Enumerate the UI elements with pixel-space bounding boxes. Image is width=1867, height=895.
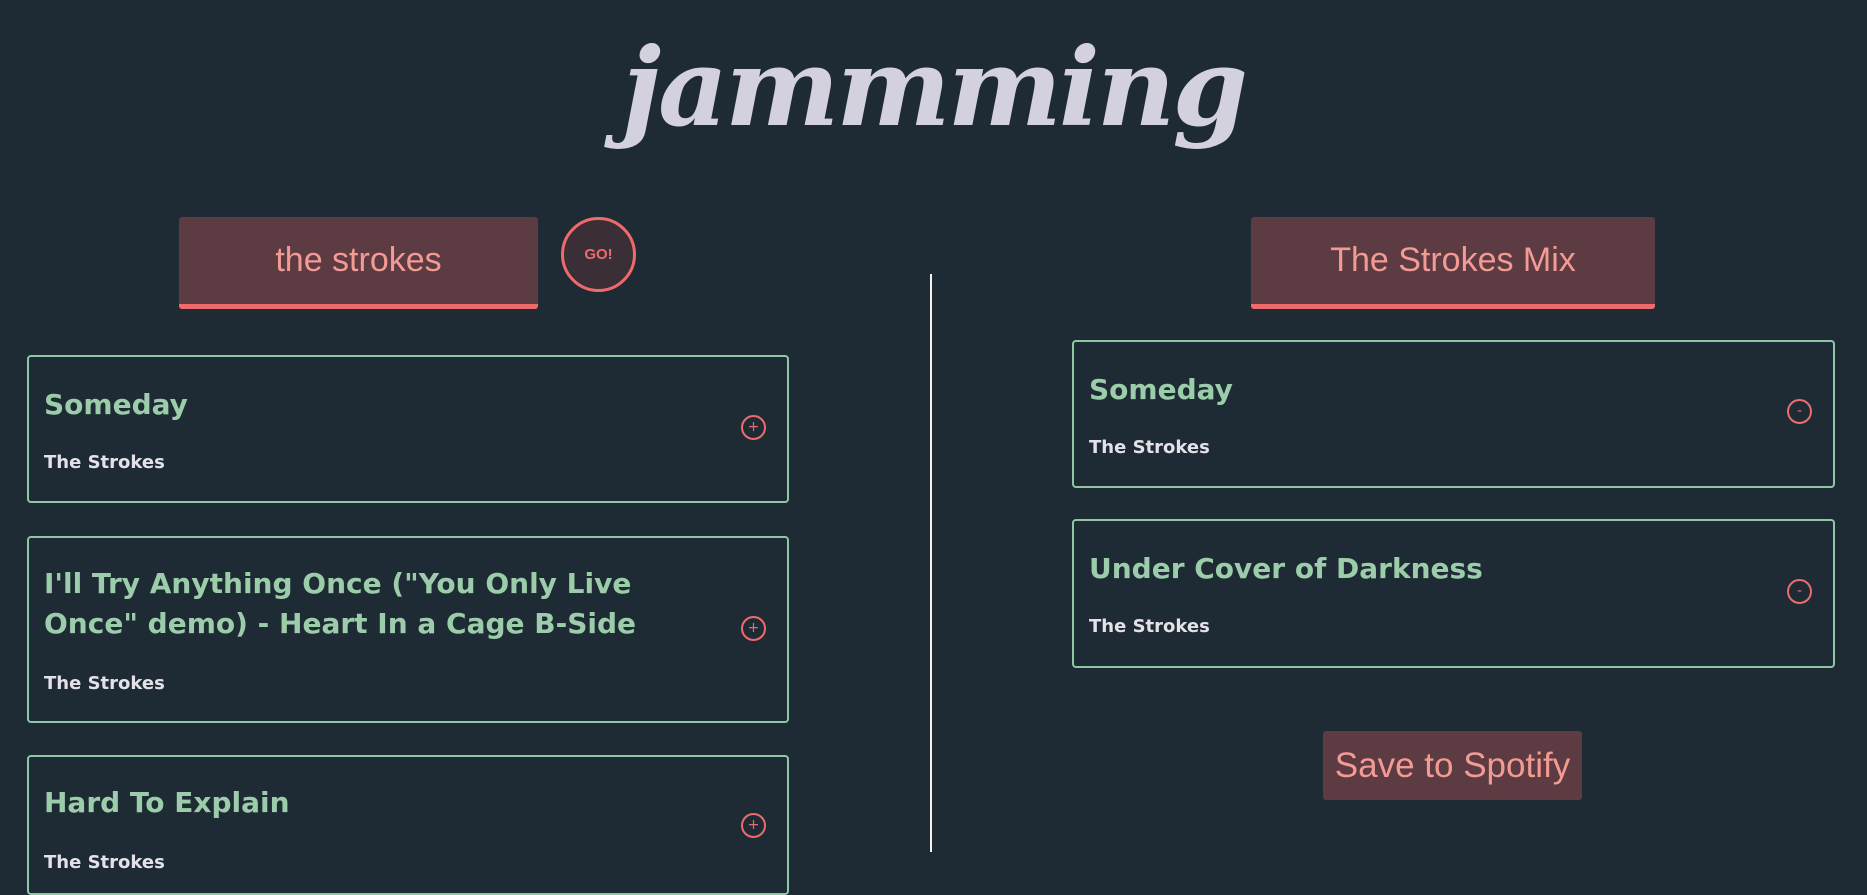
- add-track-icon[interactable]: +: [741, 616, 766, 641]
- result-track-title: I'll Try Anything Once ("You Only Live O…: [44, 567, 637, 640]
- result-track-3: Hard To Explain The Strokes +: [27, 755, 789, 895]
- add-track-icon[interactable]: +: [741, 415, 766, 440]
- playlist-track-title: Someday: [1089, 373, 1233, 406]
- remove-track-icon[interactable]: -: [1787, 579, 1812, 604]
- result-track-artist: The Strokes: [44, 852, 165, 873]
- result-track-artist: The Strokes: [44, 673, 165, 694]
- column-divider: [930, 274, 932, 852]
- playlist-track-2: Under Cover of Darkness The Strokes -: [1072, 519, 1835, 668]
- playlist-name-input[interactable]: [1251, 217, 1655, 309]
- save-to-spotify-button[interactable]: Save to Spotify: [1323, 731, 1582, 800]
- add-track-icon[interactable]: +: [741, 813, 766, 838]
- playlist-track-artist: The Strokes: [1089, 437, 1210, 458]
- app-title: jammming: [622, 25, 1248, 151]
- remove-track-icon[interactable]: -: [1787, 399, 1812, 424]
- playlist-track-title: Under Cover of Darkness: [1089, 552, 1483, 585]
- result-track-artist: The Strokes: [44, 452, 165, 473]
- result-track-2: I'll Try Anything Once ("You Only Live O…: [27, 536, 789, 723]
- result-track-title: Hard To Explain: [44, 786, 290, 819]
- playlist-track-1: Someday The Strokes -: [1072, 340, 1835, 488]
- playlist-track-artist: The Strokes: [1089, 616, 1210, 637]
- go-button[interactable]: GO!: [561, 217, 636, 292]
- result-track-title: Someday: [44, 388, 188, 421]
- result-track-1: Someday The Strokes +: [27, 355, 789, 503]
- search-input[interactable]: [179, 217, 538, 309]
